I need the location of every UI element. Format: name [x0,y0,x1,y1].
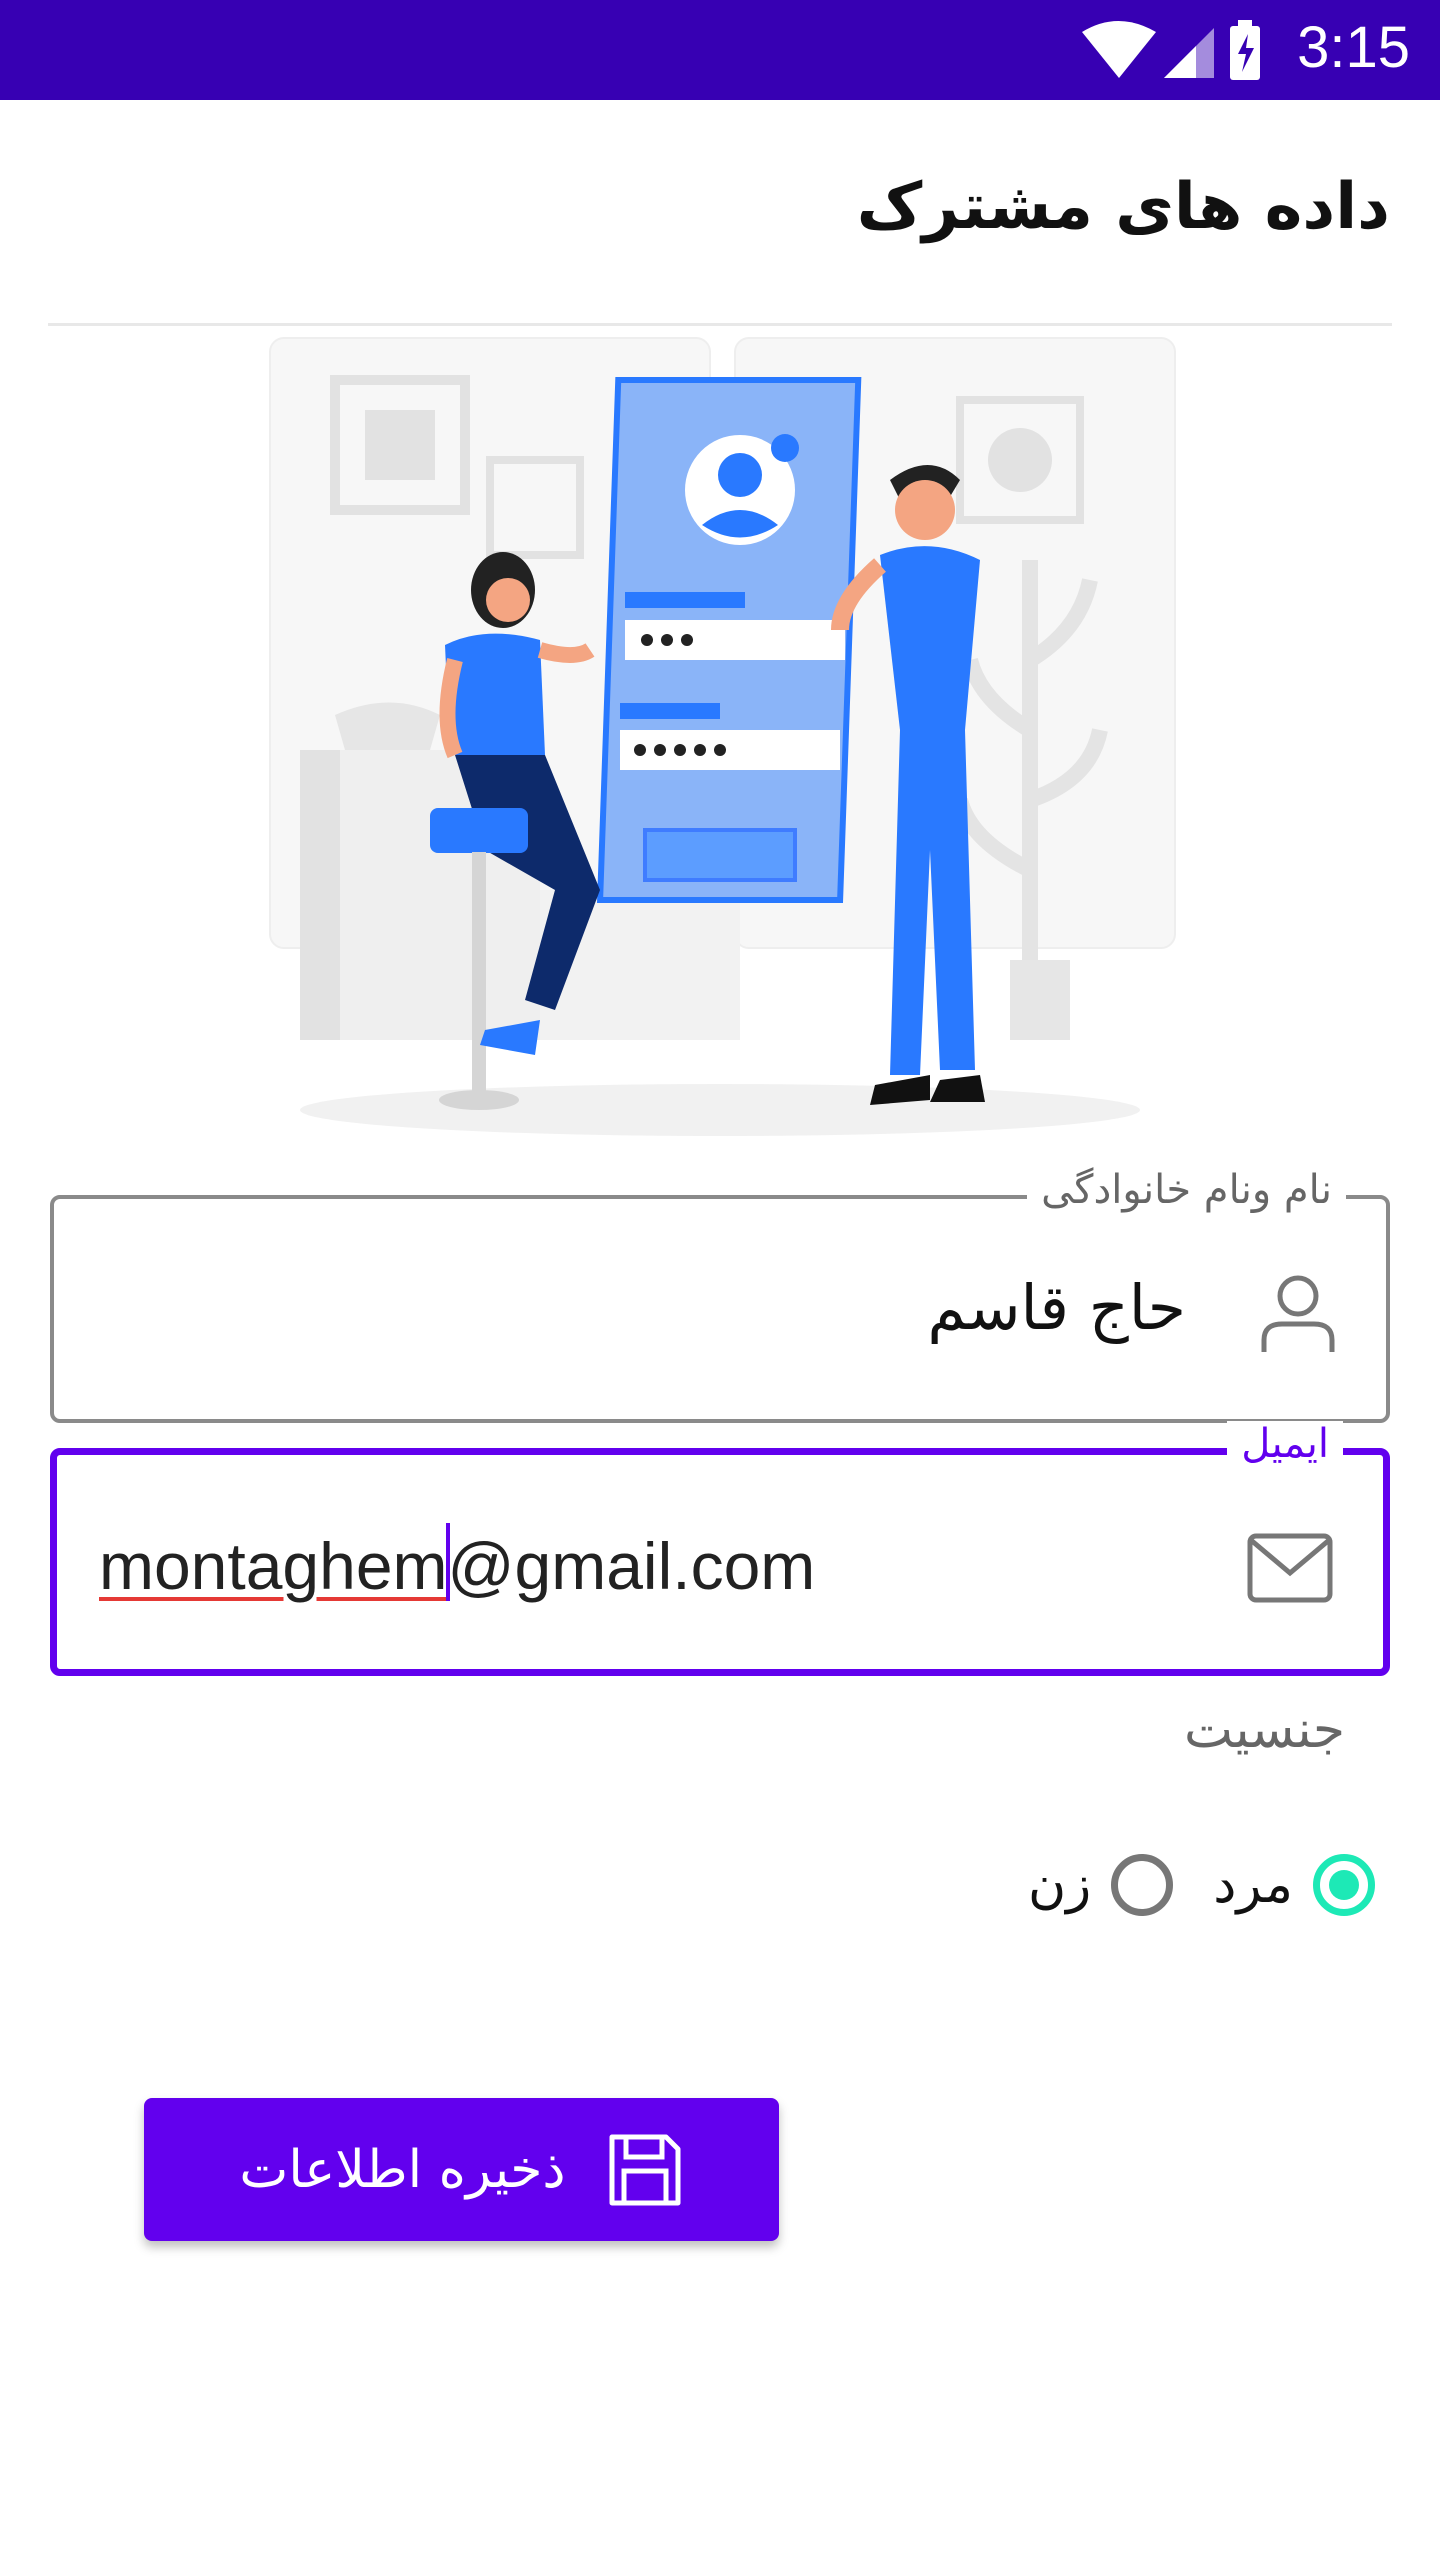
gender-option-male[interactable]: مرد [1213,1854,1375,1916]
mail-icon [1247,1533,1333,1603]
name-input[interactable]: حاج قاسم [927,1271,1186,1344]
name-field[interactable]: نام ونام خانوادگی حاج قاسم [50,1167,1390,1423]
gender-option-female-label: زن [1027,1855,1092,1915]
radio-button-female[interactable] [1111,1854,1174,1916]
email-field[interactable]: ایمیل montaghem@gmail.com [50,1421,1390,1676]
status-time: 3:15 [1297,15,1410,80]
status-bar: 3:15 [0,0,1440,100]
signup-illustration [269,337,1176,1136]
gender-option-female[interactable]: زن [1027,1854,1174,1916]
signal-icon [1164,28,1214,78]
save-icon [606,2131,684,2209]
status-icons [1082,20,1260,80]
gender-option-male-label: مرد [1213,1855,1293,1915]
battery-charging-icon [1230,20,1260,80]
gender-label: جنسیت [1184,1700,1345,1760]
save-button-label: ذخیره اطلاعات [239,2139,566,2200]
gender-radio-group: مرد زن [988,1840,1375,1930]
radio-button-male[interactable] [1313,1854,1375,1916]
email-local-part: montaghem [99,1529,448,1603]
save-button[interactable]: ذخیره اطلاعات [144,2098,779,2241]
email-domain-part: @gmail.com [447,1529,816,1603]
person-icon [1261,1275,1335,1352]
email-field-label: ایمیل [1227,1421,1343,1467]
wifi-icon [1082,21,1156,78]
email-input[interactable]: montaghem@gmail.com [99,1523,815,1604]
page-title: داده های مشترک [856,170,1390,244]
header-divider [48,323,1392,326]
name-field-label: نام ونام خانوادگی [1027,1167,1346,1213]
